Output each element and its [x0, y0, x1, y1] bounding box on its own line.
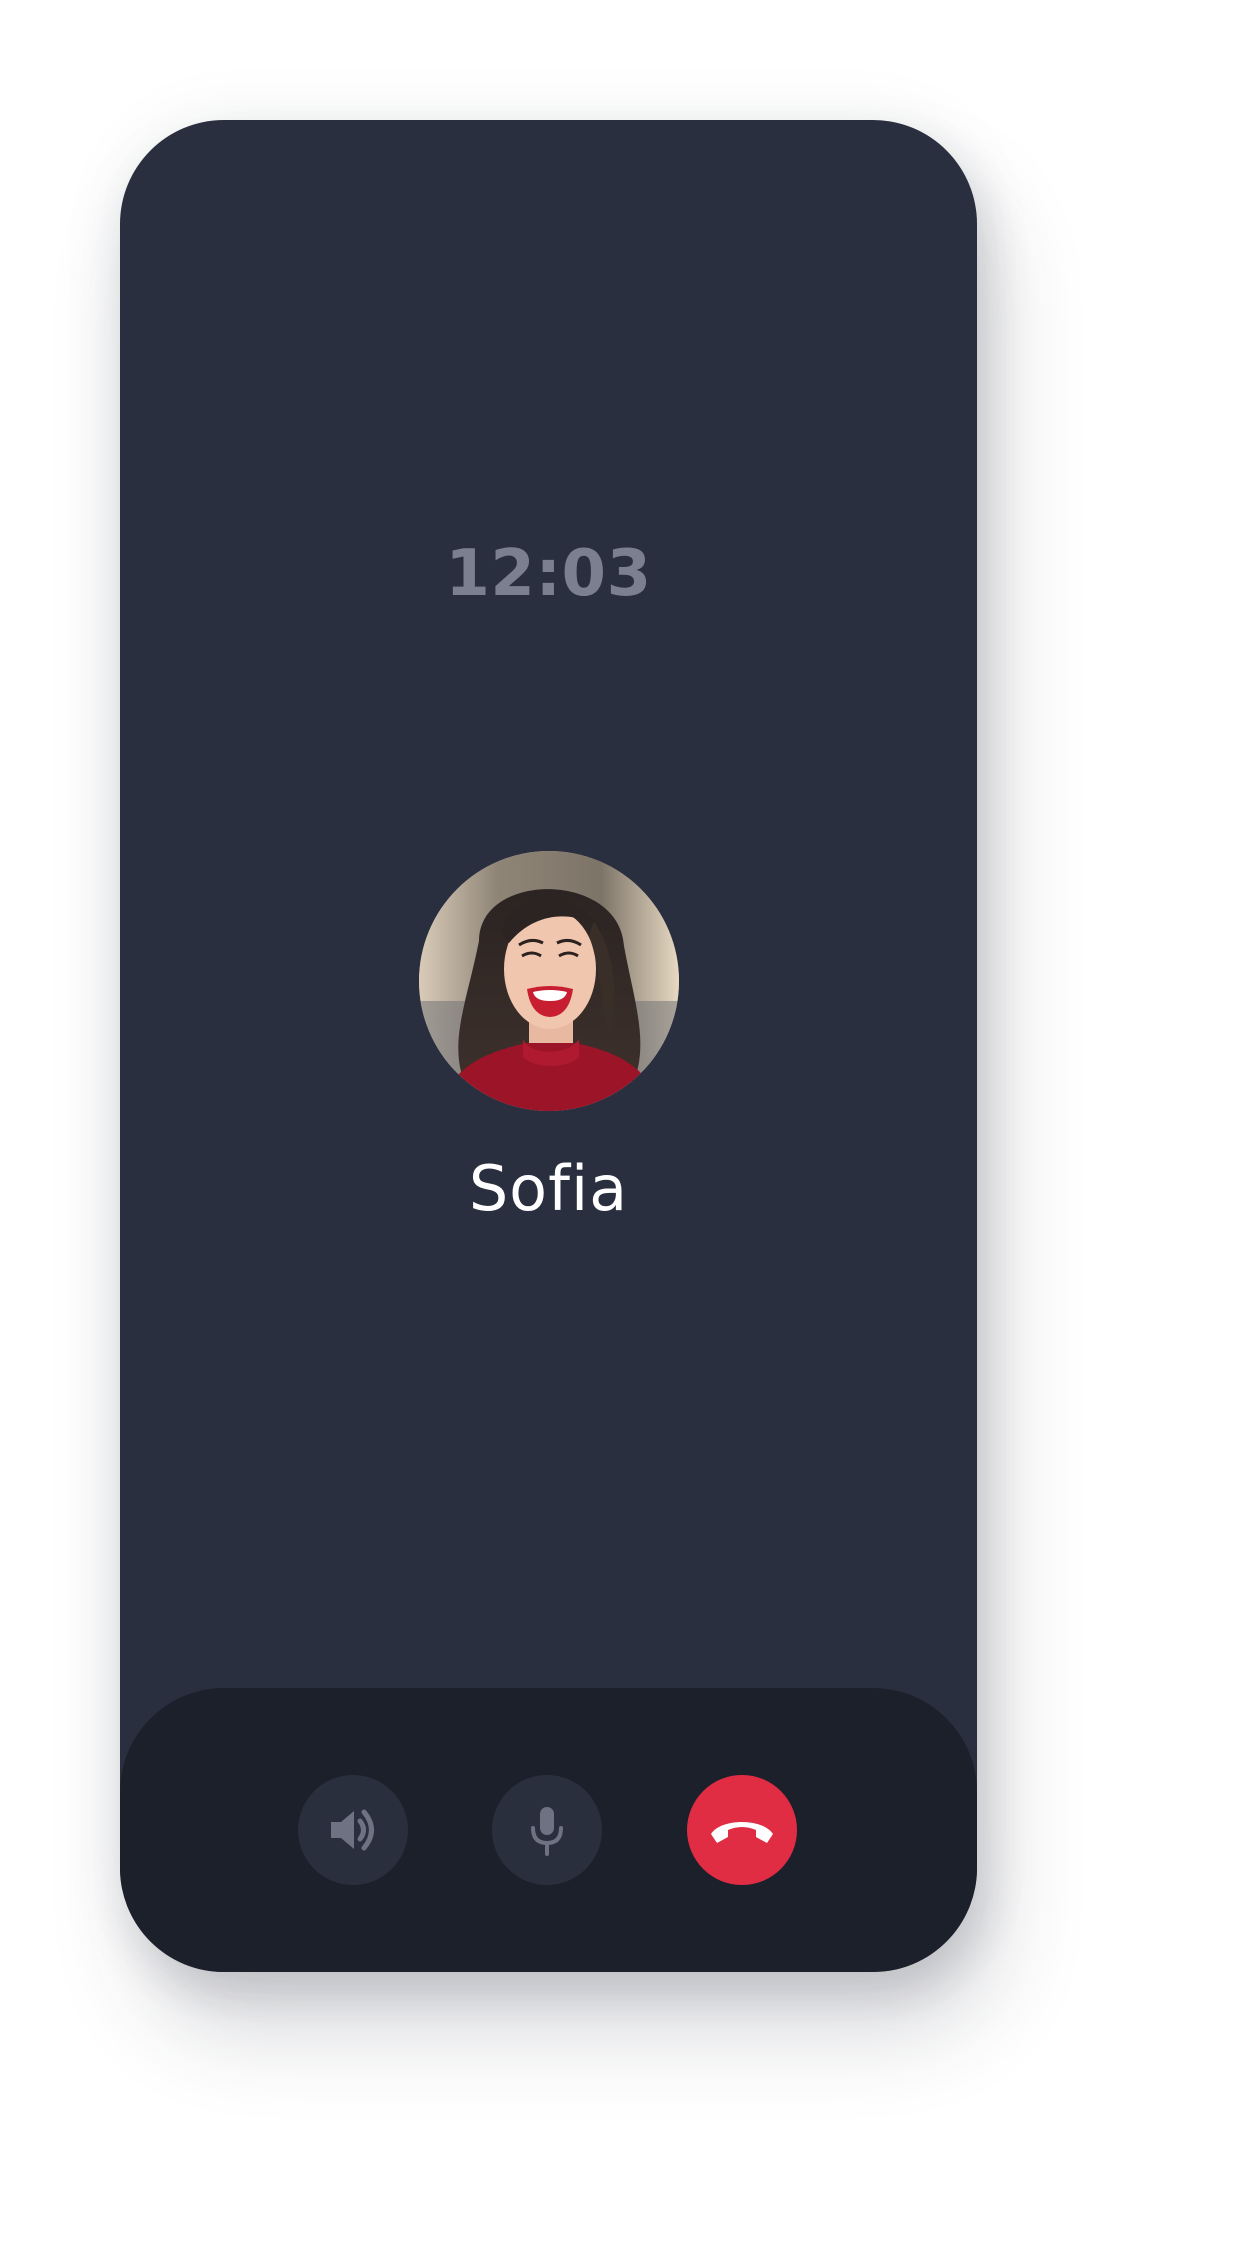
speaker-icon [331, 1809, 374, 1851]
microphone-icon [531, 1807, 563, 1856]
caller-avatar [419, 851, 679, 1111]
call-timer: 12:03 [445, 537, 652, 611]
end-call-button[interactable] [687, 1775, 797, 1885]
mute-button[interactable] [492, 1775, 602, 1885]
phone-hangup-icon [711, 1822, 773, 1843]
call-screen: 12:03 Sofia [120, 120, 977, 1972]
call-control-bar [120, 1688, 977, 1972]
stage: 12:03 Sofia [0, 0, 1256, 2252]
caller-photo [419, 851, 679, 1111]
speaker-button[interactable] [298, 1775, 408, 1885]
caller-name: Sofia [468, 1152, 629, 1225]
